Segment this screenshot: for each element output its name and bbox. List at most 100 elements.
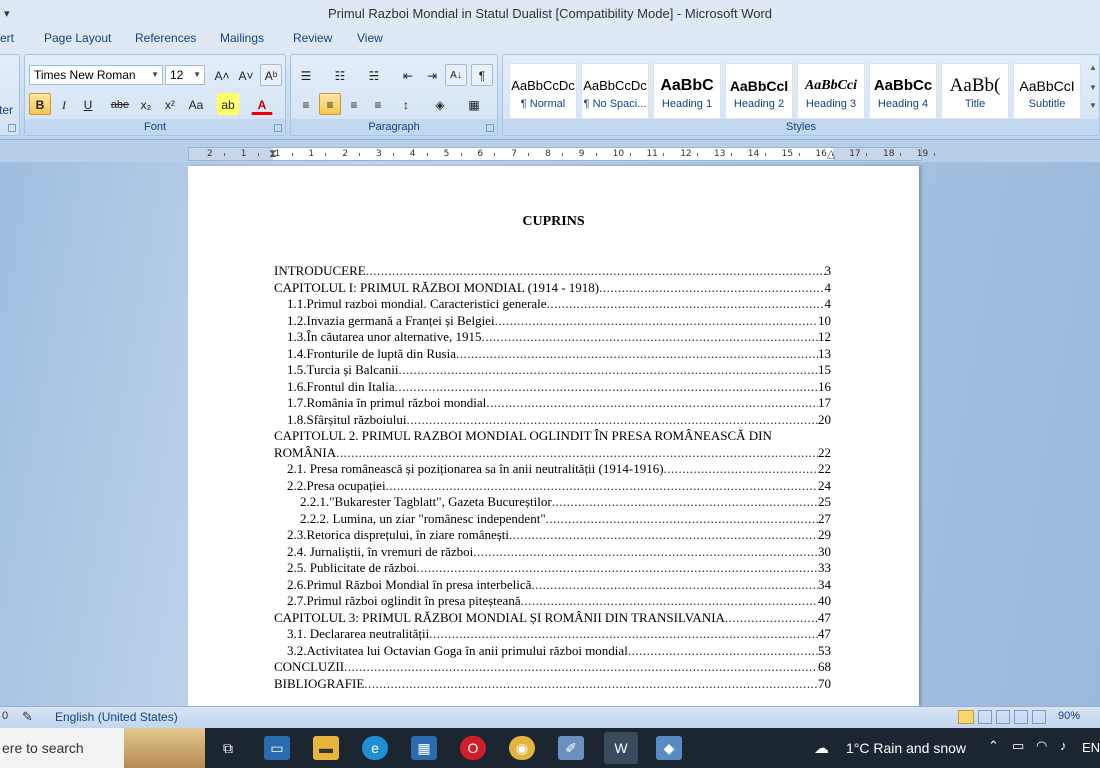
word-app-icon[interactable]: W	[604, 732, 638, 764]
highlight-button[interactable]: ab	[217, 93, 239, 115]
task-view-icon[interactable]: ⧉	[215, 736, 241, 760]
opera-browser-icon[interactable]: O	[460, 736, 486, 760]
underline-button[interactable]: U	[77, 93, 99, 115]
font-launcher-icon[interactable]	[274, 124, 282, 132]
subscript-button[interactable]: x₂	[135, 93, 157, 115]
weather-icon[interactable]: ☁	[814, 739, 829, 757]
multilevel-list-button[interactable]: ☵	[363, 64, 385, 86]
spelling-check-icon[interactable]: ✎	[22, 709, 33, 725]
align-right-button[interactable]: ≡	[343, 93, 365, 115]
styles-scroll-down-icon[interactable]: ▼	[1089, 83, 1097, 92]
style-heading-3[interactable]: AaBbCci Heading 3	[797, 63, 865, 119]
right-indent-marker-icon[interactable]: △	[827, 148, 835, 160]
toc-entry[interactable]: CONCLUZII 68	[274, 659, 831, 675]
toc-entry[interactable]: 1.2.Invazia germană a Franței și Belgiei…	[287, 313, 831, 329]
full-screen-view-icon[interactable]	[978, 710, 992, 724]
toc-entry[interactable]: 1.4.Fronturile de luptă din Rusia 13	[287, 346, 831, 362]
style-title[interactable]: AaBb( Title	[941, 63, 1009, 119]
draft-view-icon[interactable]	[1032, 710, 1046, 724]
increase-indent-button[interactable]: ⇥	[421, 64, 443, 86]
styles-more-icon[interactable]: ▼	[1089, 101, 1097, 110]
show-formatting-button[interactable]: ¶	[471, 64, 493, 86]
toc-entry[interactable]: 1.6.Frontul din Italia 16	[287, 379, 831, 395]
align-center-button[interactable]: ≡	[319, 93, 341, 115]
style-normal[interactable]: AaBbCcDc ¶ Normal	[509, 63, 577, 119]
battery-icon[interactable]: ▭	[1012, 738, 1024, 754]
toc-entry[interactable]: 1.8.Sfârșitul războiului 20	[287, 412, 831, 428]
justify-button[interactable]: ≡	[367, 93, 389, 115]
toc-entry[interactable]: 2.2.1."Bukarester Tagblatt", Gazeta Bucu…	[300, 494, 831, 510]
toc-entry[interactable]: ROMÂNIA 22	[274, 445, 831, 461]
toc-entry[interactable]: 2.6.Primul Război Mondial în presa inter…	[287, 577, 831, 593]
outline-view-icon[interactable]	[1014, 710, 1028, 724]
horizontal-ruler[interactable]: ⧗ △ 2 1 1 1 2 3 4 5 6 7 8 9 10 11 12 13 14 15 16 17 18 19	[188, 147, 935, 161]
tab-page-layout[interactable]: Page Layout	[44, 31, 111, 45]
toc-entry[interactable]: 2.7.Primul război oglindit în presa pite…	[287, 593, 831, 609]
store-icon[interactable]: ▦	[411, 736, 437, 760]
computer-app-icon[interactable]: ▭	[264, 736, 290, 760]
file-explorer-icon[interactable]: ▬	[313, 736, 339, 760]
toc-entry[interactable]: CAPITOLUL I: PRIMUL RĂZBOI MONDIAL (1914…	[274, 280, 831, 296]
clipboard-launcher-icon[interactable]	[8, 124, 16, 132]
style-heading-2[interactable]: AaBbCcl Heading 2	[725, 63, 793, 119]
font-size-combo[interactable]: 12 ▼	[165, 65, 205, 85]
toc-entry[interactable]: INTRODUCERE 3	[274, 263, 831, 279]
chrome-browser-icon[interactable]: ◉	[509, 736, 535, 760]
toc-entry[interactable]: 1.7.România în primul război mondial 17	[287, 395, 831, 411]
align-left-button[interactable]: ≡	[295, 93, 317, 115]
paragraph-launcher-icon[interactable]	[486, 124, 494, 132]
toc-entry[interactable]: 1.5.Turcia și Balcanii 15	[287, 362, 831, 378]
edge-browser-icon[interactable]: e	[362, 736, 388, 760]
toc-entry[interactable]: 2.3.Retorica disprețului, în ziare român…	[287, 527, 831, 543]
input-language[interactable]: EN	[1082, 740, 1100, 755]
quick-access-dropdown[interactable]: ▾	[4, 0, 10, 28]
toc-entry[interactable]: 2.2.2. Lumina, un ziar "românesc indepen…	[300, 511, 831, 527]
toc-entry[interactable]: BIBLIOGRAFIE 70	[274, 676, 831, 692]
styles-scroll-up-icon[interactable]: ▲	[1089, 63, 1097, 72]
italic-button[interactable]: I	[53, 93, 75, 115]
weather-text[interactable]: 1°C Rain and snow	[846, 740, 966, 756]
toc-entry[interactable]: 1.3.În căutarea unor alternative, 1915 12	[287, 329, 831, 345]
style-heading-4[interactable]: AaBbCc Heading 4	[869, 63, 937, 119]
shrink-font-button[interactable]: A˅	[235, 64, 257, 86]
web-layout-view-icon[interactable]	[996, 710, 1010, 724]
sort-button[interactable]: A↓	[445, 64, 467, 86]
tab-mailings[interactable]: Mailings	[220, 31, 264, 45]
toc-entry[interactable]: 2.4. Jurnaliștii, în vremuri de război 30	[287, 544, 831, 560]
tab-review[interactable]: Review	[293, 31, 332, 45]
clear-formatting-button[interactable]: Aᵇ	[260, 64, 282, 86]
tab-references[interactable]: References	[135, 31, 196, 45]
toc-entry[interactable]: 2.2.Presa ocupației 24	[287, 478, 831, 494]
style-heading-1[interactable]: AaBbC Heading 1	[653, 63, 721, 119]
borders-button[interactable]: ▦	[463, 93, 485, 115]
bullets-button[interactable]: ☰	[295, 64, 317, 86]
font-name-combo[interactable]: Times New Roman ▼	[29, 65, 163, 85]
document-page[interactable]: CUPRINS INTRODUCERE 3 CAPITOLUL I: PRIMUL …	[188, 166, 919, 706]
tab-view[interactable]: View	[357, 31, 383, 45]
toc-entry[interactable]: 2.5. Publicitate de război 33	[287, 560, 831, 576]
tab-insert[interactable]: ert	[0, 31, 14, 45]
taskbar-search-box[interactable]: ere to search	[0, 728, 205, 768]
change-case-button[interactable]: Aa	[185, 93, 207, 115]
grow-font-button[interactable]: A˄	[211, 64, 233, 86]
volume-icon[interactable]: ♪	[1060, 738, 1067, 753]
toc-entry[interactable]: 1.1.Primul razboi mondial. Caracteristic…	[287, 296, 831, 312]
language-indicator[interactable]: English (United States)	[55, 710, 178, 724]
wifi-icon[interactable]: ◠	[1036, 738, 1047, 754]
style-no-spacing[interactable]: AaBbCcDc ¶ No Spaci...	[581, 63, 649, 119]
superscript-button[interactable]: x²	[159, 93, 181, 115]
style-subtitle[interactable]: AaBbCcI Subtitle	[1013, 63, 1081, 119]
decrease-indent-button[interactable]: ⇤	[397, 64, 419, 86]
toc-entry[interactable]: 3.2.Activitatea lui Octavian Goga în ani…	[287, 643, 831, 659]
toc-entry[interactable]: 3.1. Declararea neutralității 47	[287, 626, 831, 642]
shading-button[interactable]: ◈	[429, 93, 451, 115]
print-layout-view-icon[interactable]	[958, 710, 974, 724]
paint-app-icon[interactable]: ✐	[558, 736, 584, 760]
font-color-button[interactable]: A	[251, 93, 273, 115]
toc-entry[interactable]: CAPITOLUL 3: PRIMUL RĂZBOI MONDIAL ȘI RO…	[274, 610, 831, 626]
line-spacing-button[interactable]: ↕	[395, 93, 417, 115]
numbering-button[interactable]: ☷	[329, 64, 351, 86]
pinned-app-icon[interactable]: ◆	[656, 736, 682, 760]
toc-entry[interactable]: 2.1. Presa românească și poziționarea sa…	[287, 461, 831, 477]
bold-button[interactable]: B	[29, 93, 51, 115]
